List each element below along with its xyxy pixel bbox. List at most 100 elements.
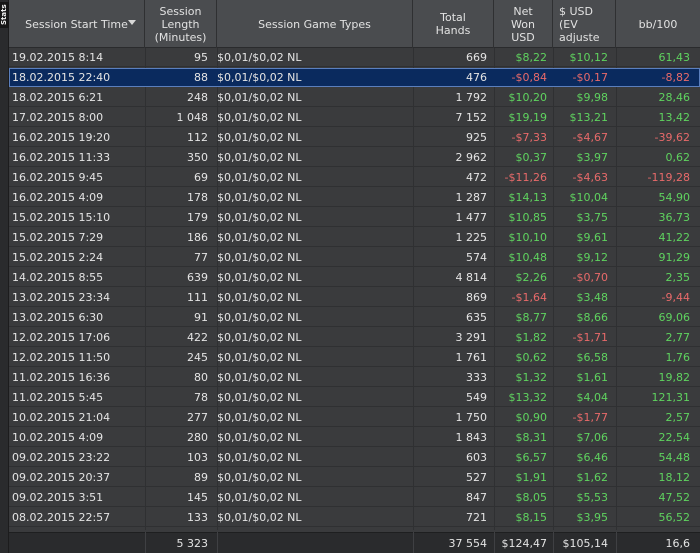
stats-side-tab[interactable]: Stats bbox=[0, 0, 9, 553]
column-header-start-time[interactable]: Session Start Time bbox=[9, 0, 145, 48]
total-hands-cell: 574 bbox=[466, 251, 487, 264]
game-type-cell: $0,01/$0,02 NL bbox=[217, 311, 302, 324]
ev-adjusted-cell: $3,97 bbox=[576, 151, 609, 164]
table-row[interactable]: 08.02.2015 22:57 133 $0,01/$0,02 NL 721 $8,1… bbox=[9, 508, 700, 527]
footer-divider bbox=[217, 532, 218, 553]
game-type-cell: $0,01/$0,02 NL bbox=[217, 231, 302, 244]
session-start-cell: 09.02.2015 23:22 bbox=[12, 451, 111, 464]
column-header-net-won-label: Net Won USD bbox=[511, 4, 535, 44]
column-header-length[interactable]: Session Length (Minutes) bbox=[145, 0, 217, 48]
game-type-cell: $0,01/$0,02 NL bbox=[217, 131, 302, 144]
session-start-cell: 13.02.2015 6:30 bbox=[12, 311, 104, 324]
table-row[interactable]: 16.02.2015 9:45 69 $0,01/$0,02 NL 472 -$11,2… bbox=[9, 168, 700, 187]
game-type-cell: $0,01/$0,02 NL bbox=[217, 91, 302, 104]
table-row[interactable]: 10.02.2015 4:09 280 $0,01/$0,02 NL 1 843 $8,… bbox=[9, 428, 700, 447]
session-start-cell: 15.02.2015 15:10 bbox=[12, 211, 111, 224]
table-row[interactable]: 09.02.2015 23:22 103 $0,01/$0,02 NL 603 $6,5… bbox=[9, 448, 700, 467]
table-row[interactable]: 18.02.2015 22:40 88 $0,01/$0,02 NL 476 -$0,8… bbox=[9, 68, 700, 87]
column-header-bb100[interactable]: bb/100 bbox=[616, 0, 700, 48]
table-row[interactable]: 15.02.2015 7:29 186 $0,01/$0,02 NL 1 225 $10… bbox=[9, 228, 700, 247]
table-row[interactable]: 19.02.2015 8:14 95 $0,01/$0,02 NL 669 $8,22 $… bbox=[9, 48, 700, 67]
total-hands-cell: 3 291 bbox=[455, 331, 488, 344]
ev-adjusted-cell: $3,95 bbox=[576, 511, 609, 524]
bb100-cell: 19,82 bbox=[658, 371, 691, 384]
table-row[interactable]: 14.02.2015 8:55 639 $0,01/$0,02 NL 4 814 $2,… bbox=[9, 268, 700, 287]
game-type-cell: $0,01/$0,02 NL bbox=[217, 451, 302, 464]
table-row[interactable]: 16.02.2015 19:20 112 $0,01/$0,02 NL 925 -$7,… bbox=[9, 128, 700, 147]
net-won-cell: $1,32 bbox=[515, 371, 548, 384]
total-hands-cell: 2 962 bbox=[455, 151, 488, 164]
session-length-cell: 245 bbox=[187, 351, 208, 364]
table-row[interactable]: 09.02.2015 20:37 89 $0,01/$0,02 NL 527 $1,91… bbox=[9, 468, 700, 487]
bb100-cell: -119,28 bbox=[647, 171, 690, 184]
net-won-cell: $14,13 bbox=[508, 191, 548, 204]
game-type-cell: $0,01/$0,02 NL bbox=[217, 271, 302, 284]
bb100-cell: 56,52 bbox=[658, 511, 691, 524]
net-won-cell: $8,22 bbox=[515, 51, 548, 64]
session-start-cell: 16.02.2015 4:09 bbox=[12, 191, 104, 204]
net-won-cell: $10,20 bbox=[508, 91, 548, 104]
table-row[interactable]: 12.02.2015 17:06 422 $0,01/$0,02 NL 3 291 $1… bbox=[9, 328, 700, 347]
column-header-start-time-label: Session Start Time bbox=[25, 17, 128, 31]
session-start-cell: 09.02.2015 20:37 bbox=[12, 471, 111, 484]
column-header-hands-label: Total Hands bbox=[435, 11, 471, 37]
table-row[interactable]: 11.02.2015 5:45 78 $0,01/$0,02 NL 549 $13,32… bbox=[9, 388, 700, 407]
table-row[interactable]: 11.02.2015 16:36 80 $0,01/$0,02 NL 333 $1,32… bbox=[9, 368, 700, 387]
session-start-cell: 16.02.2015 11:33 bbox=[12, 151, 111, 164]
session-start-cell: 10.02.2015 21:04 bbox=[12, 411, 111, 424]
bb100-cell: 69,06 bbox=[658, 311, 691, 324]
ev-adjusted-cell: $9,12 bbox=[576, 251, 609, 264]
session-start-cell: 16.02.2015 9:45 bbox=[12, 171, 104, 184]
total-hands-cell: 527 bbox=[466, 471, 487, 484]
table-row[interactable]: 15.02.2015 15:10 179 $0,01/$0,02 NL 1 477 $1… bbox=[9, 208, 700, 227]
footer-divider bbox=[553, 532, 554, 553]
total-hands-cell: 721 bbox=[466, 511, 487, 524]
table-row[interactable]: 13.02.2015 23:34 111 $0,01/$0,02 NL 869 -$1,… bbox=[9, 288, 700, 307]
column-header-ev[interactable]: $ USD (EV adjuste bbox=[553, 0, 616, 48]
table-row[interactable]: 09.02.2015 3:51 145 $0,01/$0,02 NL 847 $8,05… bbox=[9, 488, 700, 507]
table-row[interactable]: 16.02.2015 11:33 350 $0,01/$0,02 NL 2 962 $0… bbox=[9, 148, 700, 167]
game-type-cell: $0,01/$0,02 NL bbox=[217, 71, 302, 84]
session-start-cell: 14.02.2015 8:55 bbox=[12, 271, 104, 284]
game-type-cell: $0,01/$0,02 NL bbox=[217, 491, 302, 504]
total-hands-cell: 669 bbox=[466, 51, 487, 64]
session-length-cell: 277 bbox=[187, 411, 208, 424]
ev-adjusted-cell: $7,06 bbox=[576, 431, 609, 444]
ev-adjusted-cell: -$4,67 bbox=[572, 131, 608, 144]
session-start-cell: 12.02.2015 11:50 bbox=[12, 351, 111, 364]
session-length-cell: 69 bbox=[194, 171, 208, 184]
game-type-cell: $0,01/$0,02 NL bbox=[217, 171, 302, 184]
net-won-cell: $10,10 bbox=[508, 231, 548, 244]
column-header-net-won[interactable]: Net Won USD bbox=[494, 0, 553, 48]
session-start-cell: 18.02.2015 6:21 bbox=[12, 91, 104, 104]
table-row[interactable]: 16.02.2015 4:09 178 $0,01/$0,02 NL 1 287 $14… bbox=[9, 188, 700, 207]
session-length-cell: 77 bbox=[194, 251, 208, 264]
ev-adjusted-cell: $10,12 bbox=[569, 51, 609, 64]
net-won-cell: -$11,26 bbox=[504, 171, 547, 184]
total-hands-cell: 333 bbox=[466, 371, 487, 384]
net-won-cell: $10,85 bbox=[508, 211, 548, 224]
bb100-cell: 22,54 bbox=[658, 431, 691, 444]
net-won-cell: -$0,84 bbox=[511, 71, 547, 84]
table-row[interactable]: 17.02.2015 8:00 1 048 $0,01/$0,02 NL 7 152 $… bbox=[9, 108, 700, 127]
total-hands-cell: 1 477 bbox=[455, 211, 488, 224]
net-won-cell: $8,05 bbox=[515, 491, 548, 504]
table-row[interactable]: 12.02.2015 11:50 245 $0,01/$0,02 NL 1 761 $0… bbox=[9, 348, 700, 367]
table-row[interactable]: 18.02.2015 6:21 248 $0,01/$0,02 NL 1 792 $10… bbox=[9, 88, 700, 107]
table-row[interactable]: 10.02.2015 21:04 277 $0,01/$0,02 NL 1 750 $0… bbox=[9, 408, 700, 427]
bb100-cell: 54,48 bbox=[658, 451, 691, 464]
session-length-cell: 78 bbox=[194, 391, 208, 404]
net-won-cell: $1,82 bbox=[515, 331, 548, 344]
sort-descending-icon bbox=[128, 20, 136, 25]
bb100-cell: 61,43 bbox=[658, 51, 691, 64]
net-won-cell: $0,90 bbox=[515, 411, 548, 424]
column-header-length-label: Session Length (Minutes) bbox=[154, 4, 207, 44]
table-row[interactable]: 13.02.2015 6:30 91 $0,01/$0,02 NL 635 $8,77 $… bbox=[9, 308, 700, 327]
bb100-cell: 18,12 bbox=[658, 471, 691, 484]
table-row[interactable]: 15.02.2015 2:24 77 $0,01/$0,02 NL 574 $10,48… bbox=[9, 248, 700, 267]
column-header-game-types[interactable]: Session Game Types bbox=[217, 0, 413, 48]
column-header-hands[interactable]: Total Hands bbox=[413, 0, 494, 48]
session-length-cell: 133 bbox=[187, 511, 208, 524]
session-length-cell: 80 bbox=[194, 371, 208, 384]
bb100-cell: 91,29 bbox=[658, 251, 691, 264]
